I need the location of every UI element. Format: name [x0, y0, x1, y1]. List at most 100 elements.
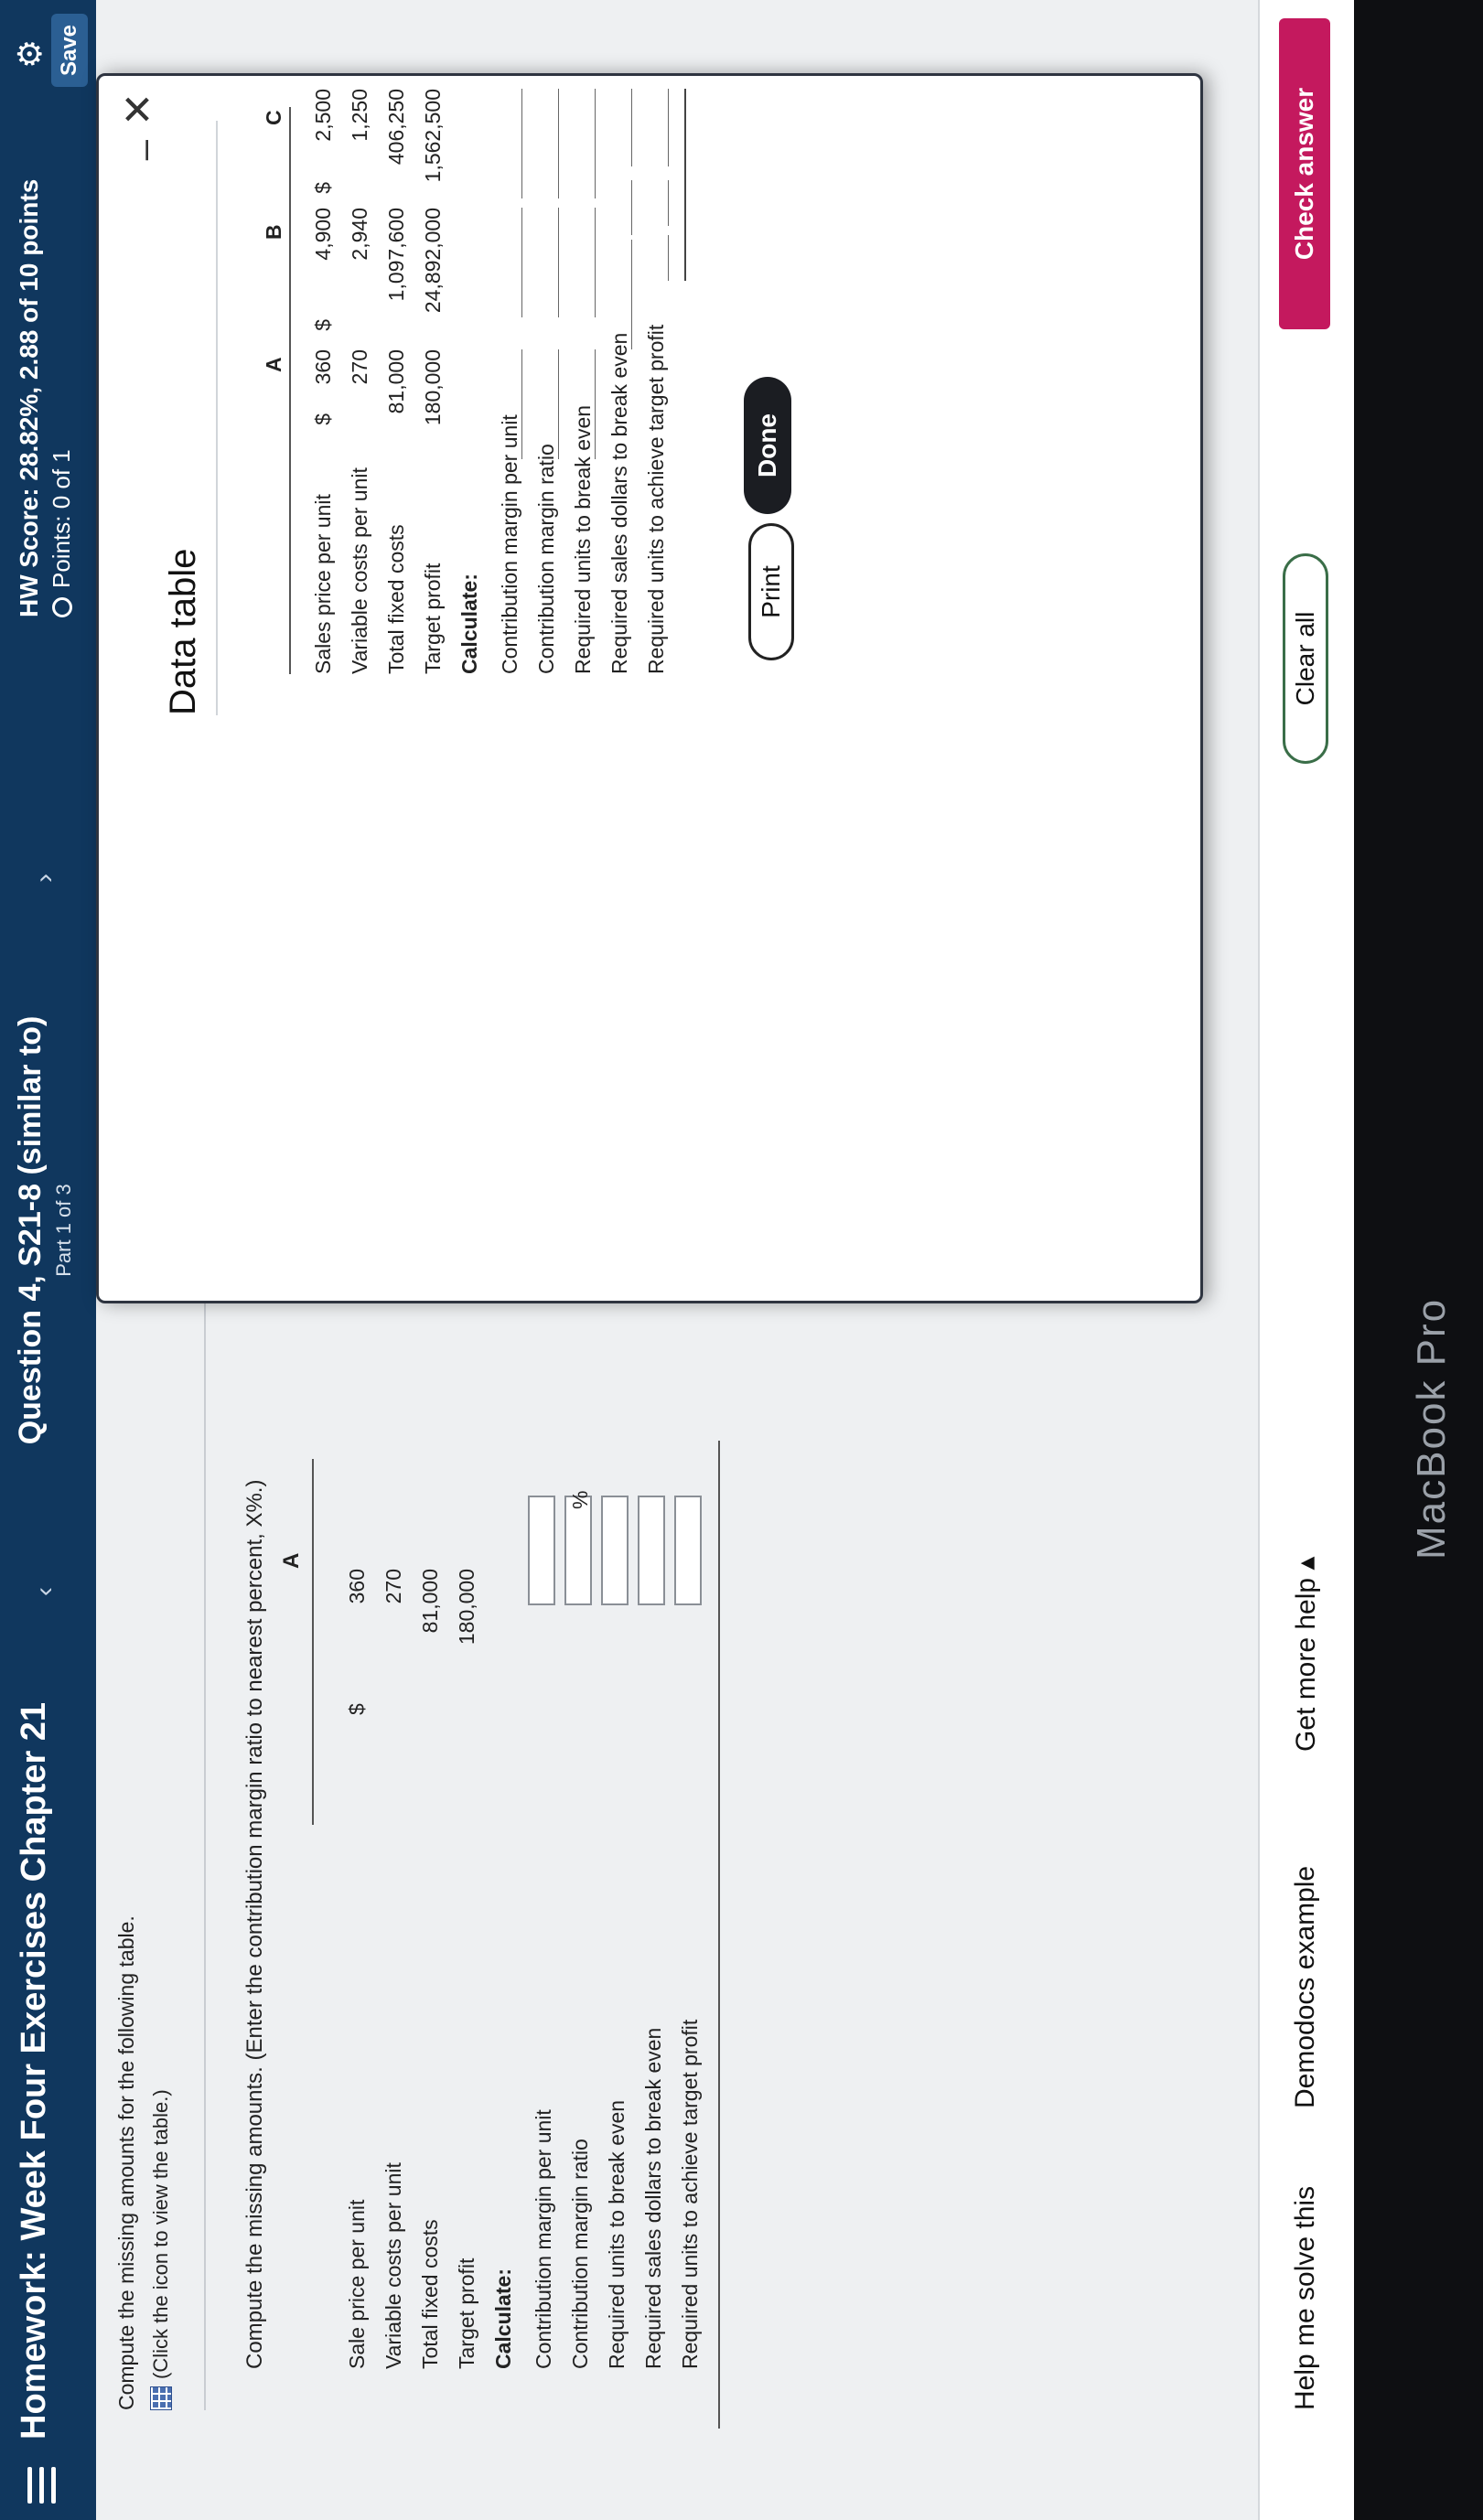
contribution-margin-per-unit-input[interactable] — [528, 1496, 555, 1605]
data-row: Contribution margin per unit — [498, 70, 527, 1301]
table-grid-icon[interactable] — [150, 2386, 172, 2410]
blank-line-b — [521, 208, 522, 317]
row-label: Total fixed costs — [384, 524, 408, 674]
dollar-sign: $ — [345, 1703, 369, 1715]
units-break-even-input[interactable] — [601, 1496, 629, 1605]
row-label: Required sales dollars to break even — [641, 2027, 665, 2369]
check-answer-button[interactable]: Check answer — [1279, 18, 1330, 329]
table-row: Total fixed costs 81,000 — [418, 1422, 447, 2520]
table-row: Required units to achieve target profit — [674, 1422, 707, 2520]
row-value: 360 — [345, 1569, 369, 1604]
cell-b: 4,900 — [311, 208, 335, 261]
row-value: 270 — [381, 1569, 405, 1604]
next-question-icon[interactable]: › — [29, 874, 60, 883]
get-more-help-button[interactable]: Get more help ▴ — [1290, 1557, 1322, 1753]
blank-line-c — [595, 89, 596, 198]
done-button[interactable]: Done — [744, 377, 791, 514]
blank-line-c — [521, 89, 522, 198]
data-row: Total fixed costs 81,000 1,097,600 406,2… — [384, 70, 414, 1301]
data-table-modal: – ✕ Data table A B C Sales price per uni… — [96, 73, 1203, 1303]
blank-line-a — [631, 240, 632, 349]
print-button[interactable]: Print — [748, 523, 794, 660]
calculate-label: Calculate: — [491, 2268, 515, 2369]
clear-all-button[interactable]: Clear all — [1283, 553, 1328, 764]
table-row: Sale price per unit $ 360 — [345, 1422, 374, 2520]
table-row: Required sales dollars to break even — [638, 1422, 671, 2520]
device-label: MacBook Pro — [1409, 1297, 1454, 1560]
blank-line-b — [631, 180, 632, 235]
dollar-sign: $ — [311, 319, 335, 331]
row-label: Required units to achieve target profit — [644, 324, 668, 674]
screen: Homework: Week Four Exercises Chapter 21… — [0, 0, 1483, 2520]
cell-a: 81,000 — [384, 349, 408, 414]
blank-line-b — [595, 208, 596, 317]
instruction-text: Compute the missing amounts for the foll… — [114, 1915, 138, 2410]
table-row: Required units to break even — [601, 1422, 634, 2520]
blank-line-a — [668, 235, 669, 281]
data-row: Variable costs per unit 270 2,940 1,250 — [348, 70, 377, 1301]
table-row: Contribution margin ratio % — [564, 1422, 597, 2520]
data-row: Sales price per unit $ 360 $ 4,900 $ 2,5… — [311, 70, 340, 1301]
contribution-margin-ratio-input[interactable] — [564, 1496, 592, 1605]
data-row: Required units to achieve target profit — [644, 70, 673, 1301]
table-bottom-rule — [718, 1441, 720, 2429]
table-bottom-rule — [684, 89, 686, 281]
cell-c: 1,562,500 — [421, 89, 445, 183]
header-rule — [312, 1459, 314, 1825]
cell-a: 180,000 — [421, 349, 445, 426]
blank-line-a — [521, 349, 522, 459]
view-table-link[interactable]: (Click the icon to view the table.) — [149, 2089, 173, 2410]
question-part: Part 1 of 3 — [52, 1184, 75, 1277]
points-ring-icon — [52, 597, 72, 617]
save-button[interactable]: Save — [51, 14, 88, 87]
column-header-b: B — [262, 224, 285, 240]
blank-line-c — [558, 89, 559, 198]
data-row: Target profit 180,000 24,892,000 1,562,5… — [421, 70, 450, 1301]
dollar-sign: $ — [311, 413, 335, 425]
cell-c: 2,500 — [311, 89, 335, 142]
homework-title: Homework: Week Four Exercises Chapter 21 — [15, 1701, 53, 2440]
row-label: Target profit — [455, 2257, 478, 2369]
cell-b: 2,940 — [348, 208, 371, 261]
app-window: Homework: Week Four Exercises Chapter 21… — [0, 0, 1354, 2520]
menu-icon[interactable] — [27, 2467, 59, 2504]
help-me-solve-button[interactable]: Help me solve this — [1290, 2186, 1321, 2410]
demodocs-example-button[interactable]: Demodocs example — [1290, 1866, 1321, 2108]
cell-c: 406,250 — [384, 89, 408, 166]
row-label: Required units to achieve target profit — [678, 2019, 702, 2369]
score-block: HW Score: 28.82%, 2.88 of 10 points Poin… — [15, 69, 76, 617]
sales-dollars-break-even-input[interactable] — [638, 1496, 665, 1605]
blank-line-a — [595, 349, 596, 459]
row-label: Contribution margin ratio — [534, 444, 558, 674]
row-label: Contribution margin per unit — [532, 2109, 555, 2369]
cell-a: 270 — [348, 349, 371, 385]
row-label: Variable costs per unit — [381, 2162, 405, 2369]
question-title: Question 4, S21-8 (similar to) — [13, 1015, 48, 1445]
points-text: Points: 0 of 1 — [48, 449, 75, 588]
calculate-label: Calculate: — [457, 574, 481, 674]
column-header-a: A — [279, 1552, 304, 1569]
row-label: Required units to break even — [571, 404, 595, 674]
row-label: Sale price per unit — [345, 2199, 369, 2369]
data-row: Contribution margin ratio — [534, 70, 564, 1301]
previous-question-icon[interactable]: ‹ — [29, 1587, 60, 1596]
gear-icon[interactable]: ⚙ — [11, 39, 49, 69]
laptop-bezel: MacBook Pro — [1354, 0, 1483, 2520]
percent-sign: % — [568, 1490, 592, 1509]
compute-instruction: Compute the missing amounts. (Enter the … — [242, 1479, 267, 2369]
row-label: Sales price per unit — [311, 494, 335, 674]
blank-line-b — [558, 208, 559, 317]
view-table-text: (Click the icon to view the table.) — [149, 2089, 172, 2379]
footer-bar — [1258, 0, 1354, 2520]
row-label: Required units to break even — [605, 2099, 629, 2369]
row-label: Target profit — [421, 563, 445, 674]
column-header-a: A — [262, 357, 285, 372]
data-row: Required sales dollars to break even — [607, 70, 637, 1301]
row-label: Variable costs per unit — [348, 467, 371, 674]
units-target-profit-input[interactable] — [674, 1496, 702, 1605]
blank-line-c — [668, 89, 669, 166]
blank-line-a — [558, 349, 559, 459]
hw-score: HW Score: 28.82%, 2.88 of 10 points — [15, 178, 43, 617]
cell-b: 1,097,600 — [384, 208, 408, 302]
row-label: Required sales dollars to break even — [607, 332, 631, 674]
